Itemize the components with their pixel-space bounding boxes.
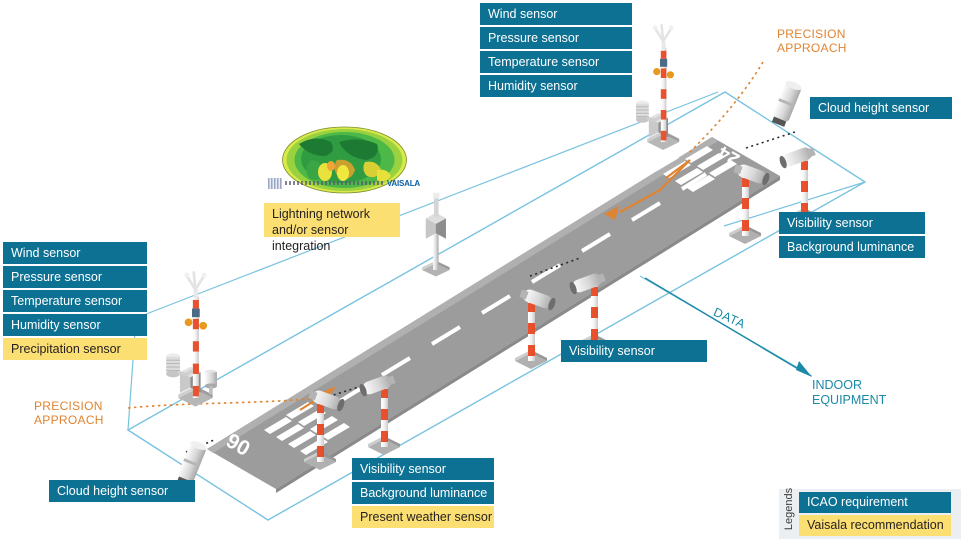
label-wind-sensor-top: Wind sensor [480,3,632,25]
label-stack-right-visibility: Visibility sensor Background luminance [779,212,925,258]
label-wind-sensor-left: Wind sensor [3,242,147,264]
legend-item-vaisala: Vaisala recommendation [799,515,951,536]
map-legend-bars [268,177,282,189]
label-lightning-network: Lightning network and/or sensor integrat… [264,203,400,253]
data-arrow-head [796,361,812,377]
label-temperature-sensor-left: Temperature sensor [3,290,147,312]
label-background-luminance-bottom: Background luminance [352,482,494,504]
map-caption: VAISALA [268,176,420,190]
precision-approach-path-right [689,61,764,153]
label-humidity-sensor-top: Humidity sensor [480,75,632,97]
label-precipitation-sensor-left: Precipitation sensor [3,338,147,360]
legend-rows: ICAO requirement Vaisala recommendation [799,489,955,539]
label-visibility-sensor-middle: Visibility sensor [561,340,707,362]
label-stack-top-mast: Wind sensor Pressure sensor Temperature … [480,3,632,97]
legend-item-icao: ICAO requirement [799,492,951,513]
diagram-canvas: 06 24 VAISALA Wind sensor Pressure senso… [0,0,965,543]
legend-title-rotated: Legends [779,487,799,539]
label-present-weather-sensor: Present weather sensor [352,506,494,528]
ceilometer-top-right [770,79,803,128]
label-stack-bottom-visibility: Visibility sensor Background luminance P… [352,458,494,528]
label-pressure-sensor-left: Pressure sensor [3,266,147,288]
label-stack-left-mast: Wind sensor Pressure sensor Temperature … [3,242,147,360]
annotation-precision-approach-right: PRECISION APPROACH [777,27,847,55]
label-cloud-height-sensor-bottom-left: Cloud height sensor [49,480,195,502]
label-humidity-sensor-left: Humidity sensor [3,314,147,336]
label-visibility-sensor-right: Visibility sensor [779,212,925,234]
label-cloud-height-sensor-top-right: Cloud height sensor [810,97,952,119]
label-visibility-sensor-bottom: Visibility sensor [352,458,494,480]
annotation-precision-approach-left: PRECISION APPROACH [34,399,104,427]
vaisala-logo: VAISALA [386,178,420,188]
map-caption-text [285,181,384,185]
label-pressure-sensor-top: Pressure sensor [480,27,632,49]
annotation-indoor-equipment: INDOOR EQUIPMENT [812,378,887,407]
legend-title: Legends [783,487,795,531]
label-background-luminance-right: Background luminance [779,236,925,258]
weather-mast-left [164,270,219,409]
label-temperature-sensor-top: Temperature sensor [480,51,632,73]
weather-mast-top [634,23,681,152]
legend-box: Legends ICAO requirement Vaisala recomme… [779,487,961,539]
